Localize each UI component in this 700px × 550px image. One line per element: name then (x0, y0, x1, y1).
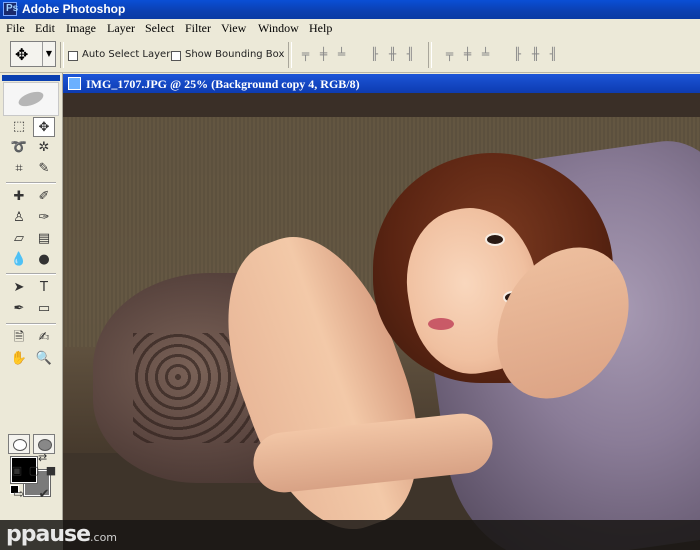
image-canvas[interactable] (63, 93, 700, 550)
chevron-down-icon[interactable]: ▼ (42, 42, 55, 66)
menu-filter[interactable]: Filter (185, 21, 211, 36)
move-tool-icon: ✥ (15, 45, 29, 64)
menu-help[interactable]: Help (309, 21, 332, 36)
document-icon (68, 77, 81, 90)
screen-mode-full-icon[interactable]: ■ (40, 461, 62, 481)
align-bottom-icon[interactable]: ╧ (335, 48, 348, 61)
crop-icon[interactable]: ⌗ (8, 159, 30, 179)
distribute-right-icon[interactable]: ╢ (547, 48, 560, 61)
divider (6, 273, 56, 275)
imageready-icon[interactable]: ✔ (33, 485, 55, 505)
auto-select-layer-checkbox[interactable] (68, 51, 78, 61)
clone-stamp-icon[interactable]: ♙ (8, 208, 30, 228)
app-title: Adobe Photoshop (22, 2, 126, 16)
watermark-suffix: .com (90, 531, 118, 544)
align-left-icon[interactable]: ╟ (368, 48, 381, 61)
document-title: IMG_1707.JPG @ 25% (Background copy 4, R… (86, 77, 360, 91)
zoom-icon[interactable]: 🔍 (33, 349, 55, 369)
pen-icon[interactable]: ✒ (8, 299, 30, 319)
quick-mask-button[interactable] (33, 434, 55, 454)
brush-icon[interactable]: ✐ (33, 187, 55, 207)
slice-icon[interactable]: ✎ (33, 159, 55, 179)
jump-to-imageready-icon[interactable]: ⇨ (8, 485, 30, 505)
tool-preset-picker[interactable]: ✥ ▼ (10, 41, 56, 67)
eraser-icon[interactable]: ▱ (8, 229, 30, 249)
eyedropper-icon[interactable]: ✍ (33, 328, 55, 348)
menu-layer[interactable]: Layer (107, 21, 135, 36)
shape-icon[interactable]: ▭ (33, 299, 55, 319)
photo-eye (485, 233, 505, 246)
document-window: IMG_1707.JPG @ 25% (Background copy 4, R… (63, 74, 700, 550)
move-icon[interactable]: ✥ (33, 117, 55, 137)
notes-icon[interactable]: 🗎 (8, 328, 30, 348)
feather-icon (16, 88, 46, 110)
align-top-icon[interactable]: ╤ (299, 48, 312, 61)
distribute-left-icon[interactable]: ╟ (511, 48, 524, 61)
distribute-hcenter-icon[interactable]: ╫ (529, 48, 542, 61)
show-bounding-box-checkbox[interactable] (171, 51, 181, 61)
lasso-icon[interactable]: ➰ (8, 138, 30, 158)
divider (288, 42, 292, 68)
history-brush-icon[interactable]: ✑ (33, 208, 55, 228)
auto-select-layer-label: Auto Select Layer (82, 49, 171, 60)
blur-icon[interactable]: 💧 (8, 250, 30, 270)
distribute-bottom-icon[interactable]: ╧ (479, 48, 492, 61)
watermark-logo: ppause.com (6, 522, 117, 547)
divider (60, 42, 64, 68)
document-title-bar[interactable]: IMG_1707.JPG @ 25% (Background copy 4, R… (63, 74, 700, 93)
toolbox-header[interactable] (2, 75, 60, 81)
rect-marquee-icon[interactable]: ⬚ (8, 117, 30, 137)
hand-icon[interactable]: ✋ (8, 349, 30, 369)
watermark-brand: ppause (6, 522, 91, 547)
show-bounding-box-label: Show Bounding Box (185, 49, 285, 60)
dodge-icon[interactable]: ● (33, 250, 55, 270)
align-hcenter-icon[interactable]: ╫ (386, 48, 399, 61)
menu-select[interactable]: Select (145, 21, 174, 36)
path-select-icon[interactable]: ➤ (8, 278, 30, 298)
align-vcenter-icon[interactable]: ╪ (317, 48, 330, 61)
divider (6, 182, 56, 184)
menu-window[interactable]: Window (258, 21, 299, 36)
photo-lips (428, 318, 454, 330)
photoshop-app-icon[interactable]: Ps (3, 2, 18, 16)
type-icon[interactable]: T (33, 278, 55, 298)
photo-wall (63, 93, 700, 117)
standard-mode-button[interactable] (8, 434, 30, 454)
options-bar: ✥ ▼ Auto Select Layer Show Bounding Box … (0, 38, 700, 73)
divider (6, 323, 56, 325)
title-bar: Ps Adobe Photoshop (0, 0, 700, 19)
menu-view[interactable]: View (221, 21, 246, 36)
menu-edit[interactable]: Edit (35, 21, 55, 36)
menu-file[interactable]: File (6, 21, 25, 36)
align-right-icon[interactable]: ╢ (404, 48, 417, 61)
magic-wand-icon[interactable]: ✲ (33, 138, 55, 158)
menu-bar: File Edit Image Layer Select Filter View… (0, 19, 700, 39)
healing-brush-icon[interactable]: ✚ (8, 187, 30, 207)
menu-image[interactable]: Image (66, 21, 96, 36)
distribute-top-icon[interactable]: ╤ (443, 48, 456, 61)
gradient-icon[interactable]: ▤ (33, 229, 55, 249)
toolbox: ⬚ ✥ ➰ ✲ ⌗ ✎ ✚ ✐ ♙ ✑ ▱ ▤ 💧 ● ➤ T ✒ ▭ 🗎 ✍ … (0, 73, 63, 520)
distribute-vcenter-icon[interactable]: ╪ (461, 48, 474, 61)
divider (428, 42, 432, 68)
adobe-online-logo[interactable] (3, 82, 59, 116)
